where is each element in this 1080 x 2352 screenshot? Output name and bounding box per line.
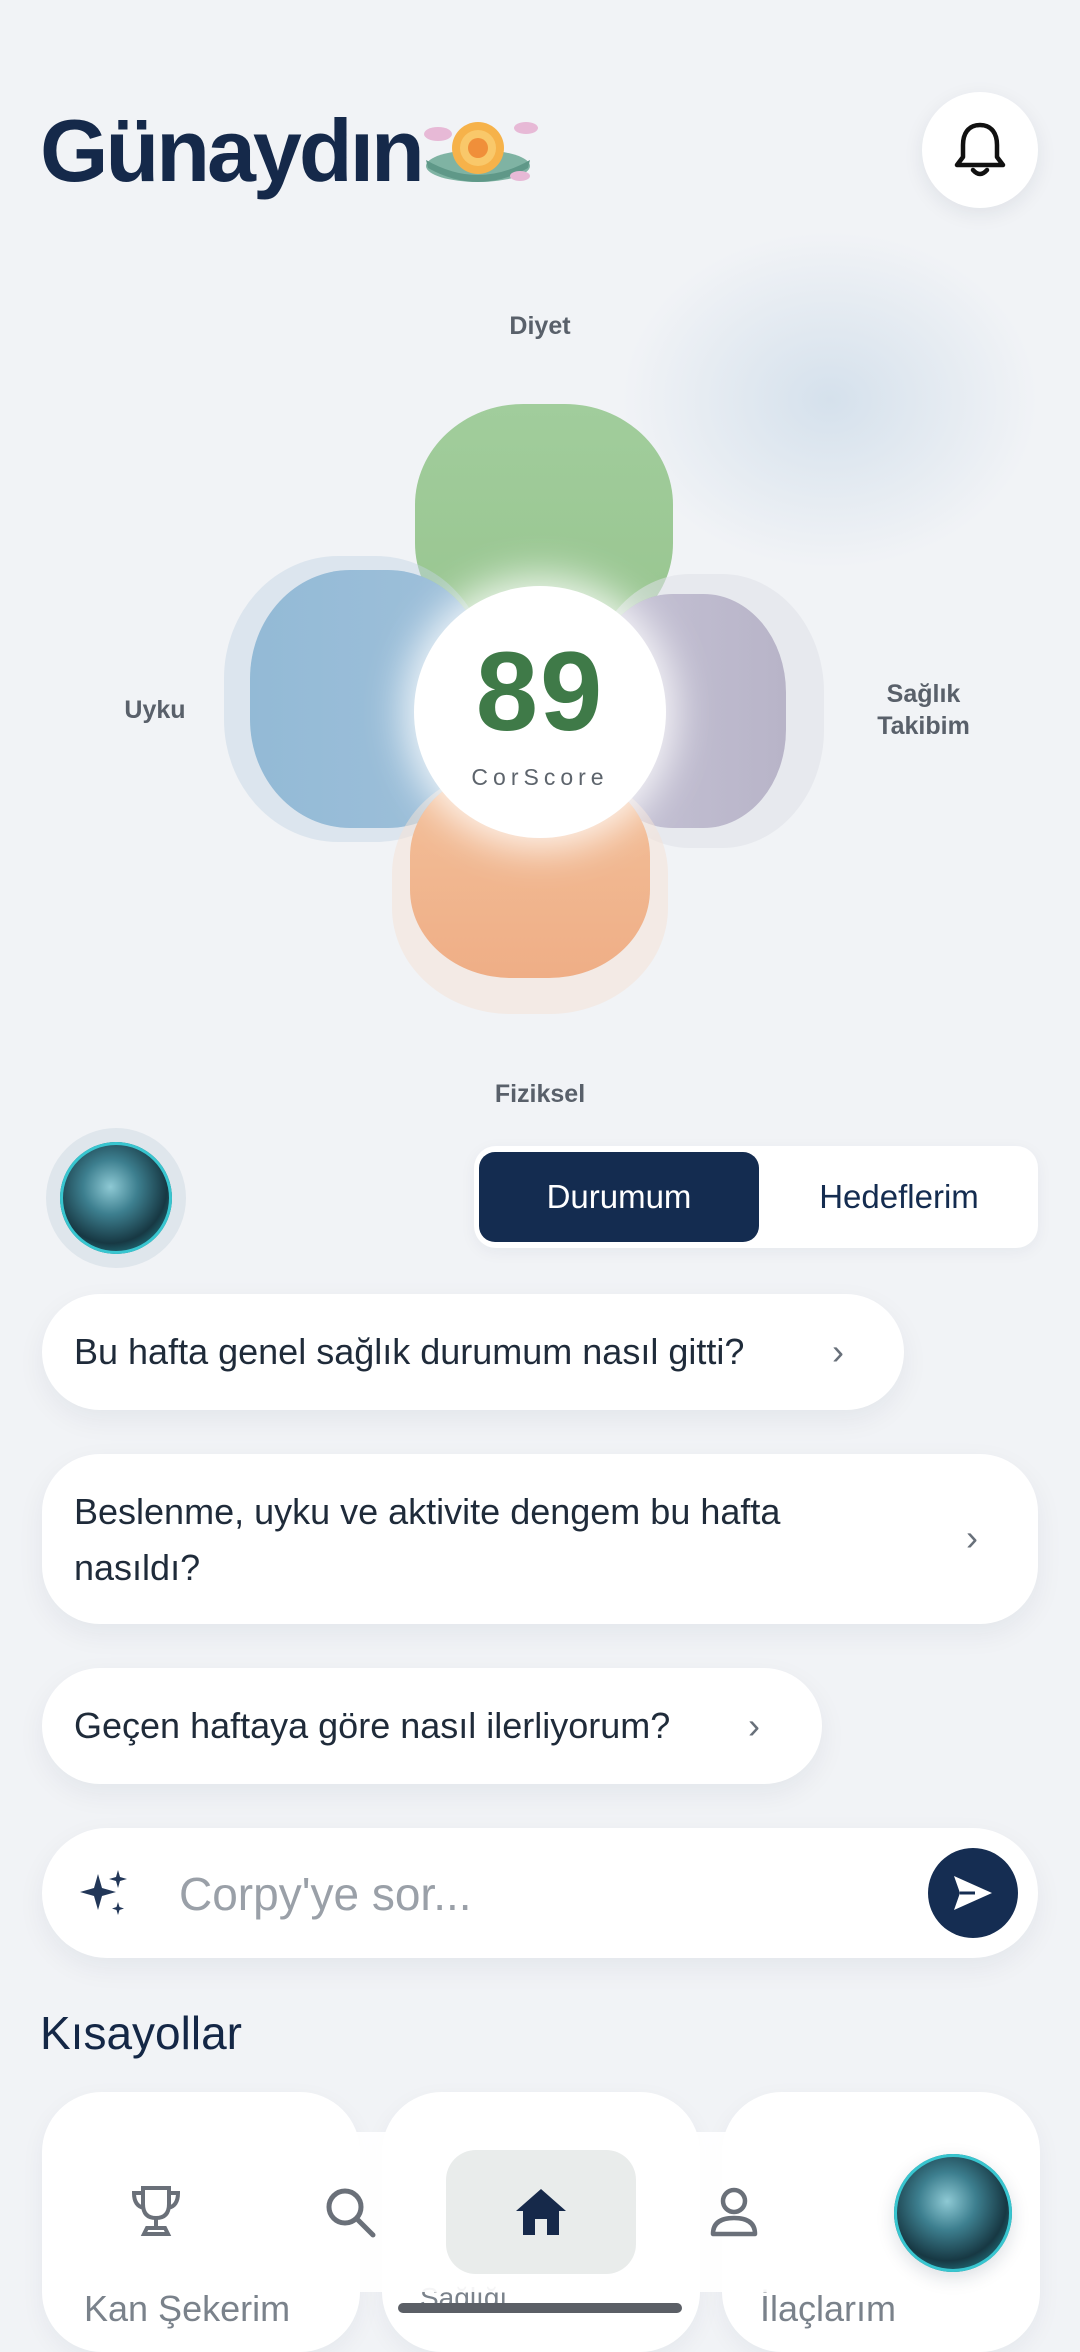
label-uyku: Uyku	[124, 696, 186, 724]
trophy-icon	[131, 2186, 181, 2236]
chevron-right-icon: ›	[748, 1705, 760, 1746]
corscore-label: CorScore	[471, 764, 609, 790]
notifications-button[interactable]	[922, 92, 1038, 208]
tab-hedeflerim[interactable]: Hedeflerim	[764, 1152, 1034, 1242]
nav-profile-button[interactable]	[674, 2152, 794, 2272]
suggestion-text: Bu hafta genel sağlık durumum nasıl gitt…	[74, 1331, 745, 1372]
sparkle-icon	[80, 1870, 127, 1915]
bell-icon	[954, 122, 1006, 177]
suggestion-chip[interactable]: Geçen haftaya göre nasıl ilerliyorum? ›	[42, 1668, 822, 1784]
background-glow	[620, 230, 1040, 570]
status-goals-toggle: Durumum Hedeflerim	[474, 1146, 1038, 1248]
corscore-circle[interactable]: 89 CorScore	[414, 586, 666, 838]
suggestion-chip[interactable]: Bu hafta genel sağlık durumum nasıl gitt…	[42, 1294, 904, 1410]
suggestion-text-line2: nasıldı?	[74, 1547, 201, 1588]
tab-durumum[interactable]: Durumum	[479, 1152, 759, 1242]
label-diyet: Diyet	[509, 312, 571, 340]
chevron-right-icon: ›	[966, 1517, 978, 1558]
ai-orb-icon	[60, 1142, 172, 1254]
corscore-value: 89	[475, 629, 605, 754]
shortcut-label: Kan Şekerim	[84, 2288, 291, 2329]
label-saglik-line1: Sağlık	[886, 680, 961, 708]
home-indicator[interactable]	[398, 2303, 682, 2313]
chevron-right-icon: ›	[832, 1331, 844, 1372]
home-icon	[516, 2189, 566, 2235]
ask-input[interactable]	[177, 1858, 941, 1930]
ask-corpy-bar	[42, 1828, 1038, 1958]
send-icon	[954, 1876, 992, 1910]
label-fiziksel: Fiziksel	[494, 1080, 586, 1108]
send-button[interactable]	[928, 1848, 1018, 1938]
greeting-title: Günaydın	[40, 101, 425, 200]
profile-icon	[710, 2187, 758, 2237]
suggestion-text-line1: Beslenme, uyku ve aktivite dengem bu haf…	[74, 1491, 781, 1532]
nav-home-button[interactable]	[481, 2152, 601, 2272]
assistant-fab-orb-icon[interactable]	[894, 2154, 1012, 2272]
label-saglik-line2: Takibim	[877, 712, 970, 740]
shortcuts-title: Kısayollar	[40, 2007, 242, 2059]
sunrise-illustration-icon	[424, 122, 538, 182]
assistant-avatar[interactable]	[46, 1128, 186, 1268]
suggestion-text: Geçen haftaya göre nasıl ilerliyorum?	[74, 1705, 671, 1746]
bottom-navigation	[42, 2132, 850, 2292]
suggestion-chip[interactable]: Beslenme, uyku ve aktivite dengem bu haf…	[42, 1454, 1038, 1624]
nav-trophy-button[interactable]	[96, 2152, 216, 2272]
shortcut-label: İlaçlarım	[760, 2288, 897, 2329]
nav-search-button[interactable]	[290, 2152, 410, 2272]
search-icon	[326, 2188, 376, 2238]
label-saglik-takibim: Sağlık Takibim	[856, 678, 991, 742]
